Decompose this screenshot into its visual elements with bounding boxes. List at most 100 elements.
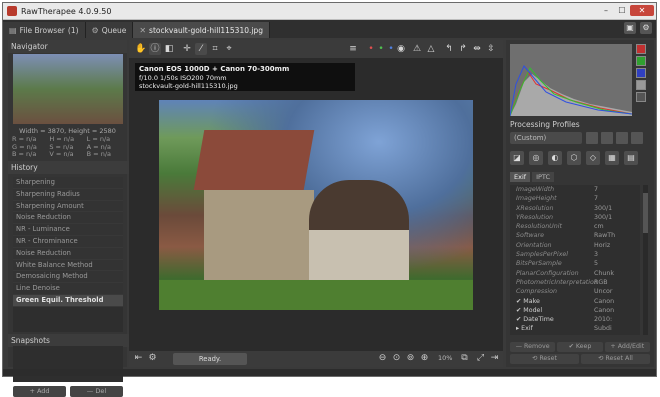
exif-row[interactable]: XResolution 300/1 xyxy=(510,204,640,213)
detail-tab-icon[interactable]: ◎ xyxy=(529,151,543,165)
metadata-tab-icon[interactable]: ▤ xyxy=(624,151,638,165)
hand-icon[interactable]: ✋ xyxy=(135,43,147,55)
color-picker-icon[interactable]: ⁄ xyxy=(195,43,207,55)
zoom-level: 10% xyxy=(438,354,453,362)
focus-mask-icon[interactable]: ◉ xyxy=(395,43,407,55)
zoom-in-icon[interactable]: ⊕ xyxy=(419,353,430,364)
raw-tab-icon[interactable]: ▦ xyxy=(605,151,619,165)
scrollbar-thumb[interactable] xyxy=(643,193,648,233)
exif-row[interactable]: PhotometricInterpretation RGB xyxy=(510,278,640,287)
remove-button[interactable]: — Remove xyxy=(510,342,556,352)
history-item[interactable]: NR - Luminance xyxy=(13,224,123,236)
histogram-green-toggle[interactable] xyxy=(636,56,646,66)
exif-scrollbar[interactable] xyxy=(643,185,648,335)
left-panel-toggle-icon[interactable]: ⇤ xyxy=(133,353,144,364)
history-item[interactable]: NR - Chrominance xyxy=(13,235,123,248)
tab-file-browser[interactable]: ▤ File Browser (1) xyxy=(3,22,86,38)
detail-window-icon[interactable]: ⧉ xyxy=(459,353,470,364)
history-item[interactable]: Sharpening xyxy=(13,177,123,189)
zoom-out-icon[interactable]: ⊖ xyxy=(377,353,388,364)
tab-exif[interactable]: Exif xyxy=(510,172,531,182)
history-item[interactable]: Demosaicing Method xyxy=(13,271,123,284)
exif-row[interactable]: Orientation Horiz xyxy=(510,241,640,250)
transform-tab-icon[interactable]: ◇ xyxy=(586,151,600,165)
exif-value: Horiz xyxy=(594,241,611,249)
crop-icon[interactable]: ⌗ xyxy=(209,43,221,55)
maximize-button[interactable]: ☐ xyxy=(614,5,630,16)
history-item[interactable]: Line Denoise xyxy=(13,283,123,295)
exif-key: ▸ Exif xyxy=(516,325,533,333)
flip-vertical-icon[interactable]: ⇳ xyxy=(485,43,497,55)
exif-row[interactable]: ✔ DateTime 2010: xyxy=(510,315,640,324)
color-tab-icon[interactable]: ◐ xyxy=(548,151,562,165)
exif-row[interactable]: PlanarConfiguration Chunk xyxy=(510,269,640,278)
processing-profile-select[interactable]: (Custom) xyxy=(510,132,582,144)
left-panel: Navigator Width = 3870, Height = 2580 R … xyxy=(8,40,133,397)
navigator-thumbnail[interactable] xyxy=(13,54,123,124)
exif-row[interactable]: Compression Uncor xyxy=(510,287,640,296)
crosshair-icon[interactable]: ✛ xyxy=(181,43,193,55)
right-panel-toggle-icon[interactable]: ⇥ xyxy=(489,353,500,364)
histogram-raw-toggle[interactable] xyxy=(636,92,646,102)
history-item[interactable]: Sharpening Amount xyxy=(13,200,123,213)
keep-button[interactable]: ✔ Keep xyxy=(557,342,603,352)
exif-row[interactable]: ✔ Make Canon xyxy=(510,297,640,306)
histogram-red-toggle[interactable] xyxy=(636,44,646,54)
histogram-blue-toggle[interactable] xyxy=(636,68,646,78)
paste-profile-icon[interactable] xyxy=(631,132,643,144)
copy-profile-icon[interactable] xyxy=(616,132,628,144)
straighten-icon[interactable]: ⌖ xyxy=(223,43,235,55)
wavelet-tab-icon[interactable]: ⬡ xyxy=(567,151,581,165)
exif-row[interactable]: YResolution 300/1 xyxy=(510,213,640,222)
close-tab-icon[interactable]: ✕ xyxy=(139,26,146,35)
snapshots-list[interactable] xyxy=(13,346,123,382)
add-snapshot-button[interactable]: + Add xyxy=(13,386,66,397)
info-icon[interactable]: ⓘ xyxy=(149,43,161,55)
histogram-luminance-toggle[interactable] xyxy=(636,80,646,90)
history-item[interactable]: White Balance Method xyxy=(13,259,123,272)
exif-row[interactable]: ImageHeight 7 xyxy=(510,194,640,203)
preferences-icon[interactable]: ⚙ xyxy=(640,22,652,34)
add-edit-button[interactable]: + Add/Edit xyxy=(604,342,650,352)
rotate-left-icon[interactable]: ↰ xyxy=(443,43,455,55)
save-profile-icon[interactable] xyxy=(601,132,613,144)
exposure-tab-icon[interactable]: ◪ xyxy=(510,151,524,165)
highlight-warning-icon[interactable]: ⚠ xyxy=(411,43,423,55)
history-item-selected[interactable]: Green Equil. Threshold xyxy=(13,294,123,307)
flip-icon[interactable]: ⇹ xyxy=(471,43,483,55)
zoom-100-icon[interactable]: ⊙ xyxy=(391,353,402,364)
delete-snapshot-button[interactable]: — Del xyxy=(70,386,123,397)
before-after-icon[interactable]: ◧ xyxy=(163,43,175,55)
fullscreen-icon[interactable]: ⤢ xyxy=(475,353,486,364)
history-item[interactable]: Noise Reduction xyxy=(13,212,123,225)
exif-row[interactable]: ✔ Model Canon xyxy=(510,306,640,315)
exif-row[interactable]: ▸ Exif Subdi xyxy=(510,324,640,333)
exif-action-buttons: — Remove ✔ Keep + Add/Edit xyxy=(510,342,650,352)
window-mode-icon[interactable]: ▣ xyxy=(624,22,636,34)
zoom-fit-icon[interactable]: ⊚ xyxy=(405,353,416,364)
exif-row[interactable]: SamplesPerPixel 3 xyxy=(510,250,640,259)
settings-icon[interactable]: ⚙ xyxy=(147,353,158,364)
exif-row[interactable]: Software RawTh xyxy=(510,231,640,240)
tab-editor[interactable]: ✕ stockvault-gold-hill115310.jpg xyxy=(133,22,270,38)
history-item[interactable]: Sharpening Radius xyxy=(13,188,123,201)
exif-value: RGB xyxy=(594,278,608,286)
preview-image[interactable] xyxy=(159,100,473,310)
exif-row[interactable]: ImageWidth 7 xyxy=(510,185,640,194)
exif-row[interactable]: ResolutionUnit cm xyxy=(510,222,640,231)
history-item[interactable]: Noise Reduction xyxy=(13,247,123,260)
preview-mode-icon[interactable]: ≡ xyxy=(347,43,359,55)
exif-value: 300/1 xyxy=(594,213,613,221)
rotate-right-icon[interactable]: ↱ xyxy=(457,43,469,55)
tab-iptc[interactable]: IPTC xyxy=(532,172,555,182)
minimize-button[interactable]: – xyxy=(598,5,614,16)
image-area: ✋ ⓘ ◧ ✛ ⁄ ⌗ ⌖ ≡ • • • ◉ ⚠ △ ↰ ↱ ⇹ ⇳ Cano… xyxy=(129,40,503,367)
exif-value: 300/1 xyxy=(594,204,613,212)
tab-queue[interactable]: ⚙ Queue xyxy=(85,22,134,38)
reset-button[interactable]: ⟲ Reset xyxy=(510,354,579,364)
exif-row[interactable]: BitsPerSample 5 xyxy=(510,259,640,268)
shadow-warning-icon[interactable]: △ xyxy=(425,43,437,55)
reset-all-button[interactable]: ⟲ Reset All xyxy=(581,354,650,364)
close-button[interactable]: ✕ xyxy=(630,5,654,16)
open-profile-icon[interactable] xyxy=(586,132,598,144)
